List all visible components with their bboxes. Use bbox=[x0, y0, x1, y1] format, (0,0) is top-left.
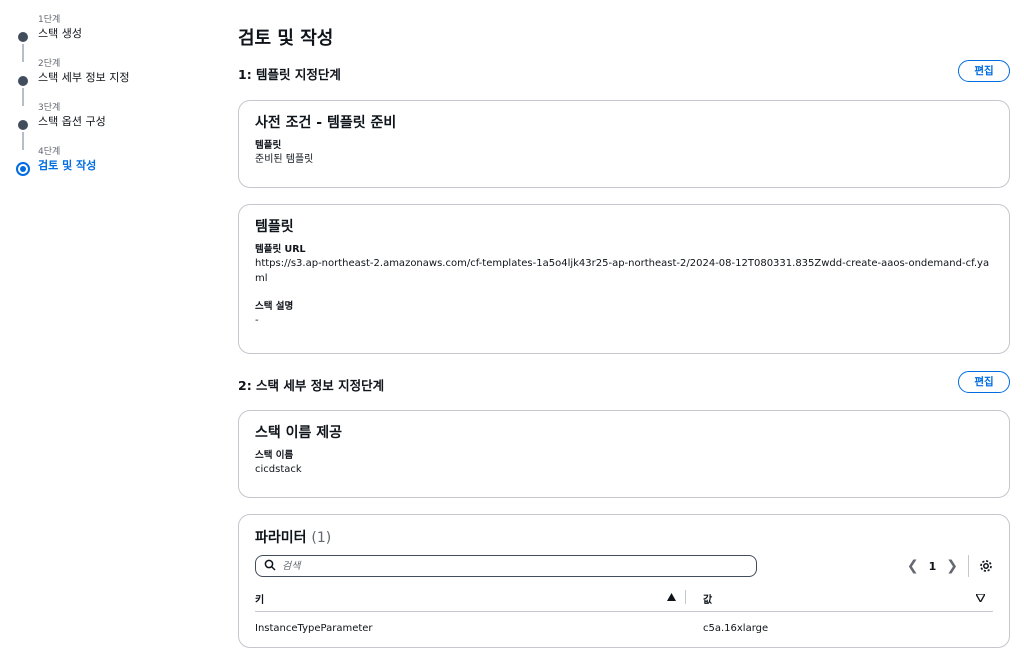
pager-divider bbox=[968, 555, 969, 577]
template-key: 템플릿 bbox=[255, 140, 282, 151]
settings-gear-icon[interactable] bbox=[979, 559, 993, 573]
parameters-count: (1) bbox=[311, 530, 332, 546]
next-page-icon[interactable]: ❯ bbox=[946, 558, 958, 574]
section-1-header: 1: 템플릿 지정단계 bbox=[238, 67, 341, 82]
step-3[interactable]: 3단계 스택 옵션 구성 bbox=[16, 102, 206, 150]
parameters-title-text: 파라미터 bbox=[255, 530, 307, 546]
page-title: 검토 및 작성 bbox=[238, 28, 334, 49]
step-4-current-indicator bbox=[16, 162, 30, 176]
current-page[interactable]: 1 bbox=[929, 560, 937, 573]
step-1[interactable]: 1단계 스택 생성 bbox=[16, 14, 206, 62]
stack-name-value: cicdstack bbox=[255, 464, 302, 475]
step-3-label[interactable]: 스택 옵션 구성 bbox=[38, 114, 206, 129]
step-4-label: 검토 및 작성 bbox=[38, 159, 97, 172]
step-4: 4단계 검토 및 작성 bbox=[16, 146, 206, 190]
template-card: 템플릿 템플릿 URL https://s3.ap-northeast-2.am… bbox=[238, 204, 1010, 354]
parameters-title: 파라미터 (1) bbox=[255, 527, 993, 547]
stack-name-title: 스택 이름 제공 bbox=[255, 425, 343, 441]
step-4-number: 4단계 bbox=[38, 147, 61, 157]
step-1-label[interactable]: 스택 생성 bbox=[38, 26, 206, 41]
column-header-key[interactable]: 키 bbox=[255, 591, 264, 606]
step-1-number: 1단계 bbox=[38, 15, 61, 25]
search-input[interactable] bbox=[282, 558, 742, 574]
template-title: 템플릿 bbox=[255, 219, 294, 235]
sort-descending-icon[interactable] bbox=[976, 594, 985, 602]
table-header-divider bbox=[255, 611, 993, 612]
section-2-edit-button[interactable]: 편집 bbox=[958, 371, 1010, 393]
parameter-value-cell: c5a.16xlarge bbox=[703, 623, 769, 634]
sort-ascending-icon[interactable] bbox=[667, 593, 676, 601]
step-3-number: 3단계 bbox=[38, 103, 61, 113]
column-divider bbox=[685, 590, 686, 604]
step-2-indicator bbox=[18, 76, 28, 86]
stack-description-key: 스택 설명 bbox=[255, 301, 294, 312]
template-value: 준비된 템플릿 bbox=[255, 154, 314, 165]
parameter-key-cell: InstanceTypeParameter bbox=[255, 623, 373, 634]
stack-name-key: 스택 이름 bbox=[255, 450, 294, 461]
step-2[interactable]: 2단계 스택 세부 정보 지정 bbox=[16, 58, 206, 106]
step-1-indicator bbox=[18, 32, 28, 42]
pagination: ❮ 1 ❯ bbox=[907, 555, 993, 577]
prerequisite-card: 사전 조건 - 템플릿 준비 템플릿 준비된 템플릿 bbox=[238, 100, 1010, 188]
step-3-indicator bbox=[18, 120, 28, 130]
step-2-label[interactable]: 스택 세부 정보 지정 bbox=[38, 70, 206, 85]
template-url-key: 템플릿 URL bbox=[255, 244, 306, 255]
prerequisite-title: 사전 조건 - 템플릿 준비 bbox=[255, 115, 397, 131]
section-2-header: 2: 스택 세부 정보 지정단계 bbox=[238, 378, 385, 393]
search-icon bbox=[264, 559, 276, 571]
stack-description-value: - bbox=[255, 315, 259, 326]
parameters-search[interactable] bbox=[255, 555, 757, 577]
wizard-steps: 1단계 스택 생성 2단계 스택 세부 정보 지정 3단계 스택 옵션 구성 4… bbox=[16, 14, 206, 190]
stack-name-card: 스택 이름 제공 스택 이름 cicdstack bbox=[238, 410, 1010, 498]
section-1-edit-button[interactable]: 편집 bbox=[958, 60, 1010, 82]
parameters-card: 파라미터 (1) ❮ 1 ❯ 키 값 bbox=[238, 514, 1010, 648]
step-2-number: 2단계 bbox=[38, 59, 61, 69]
previous-page-icon[interactable]: ❮ bbox=[907, 558, 919, 574]
column-header-value[interactable]: 값 bbox=[703, 591, 712, 606]
template-url-value: https://s3.ap-northeast-2.amazonaws.com/… bbox=[255, 258, 990, 284]
